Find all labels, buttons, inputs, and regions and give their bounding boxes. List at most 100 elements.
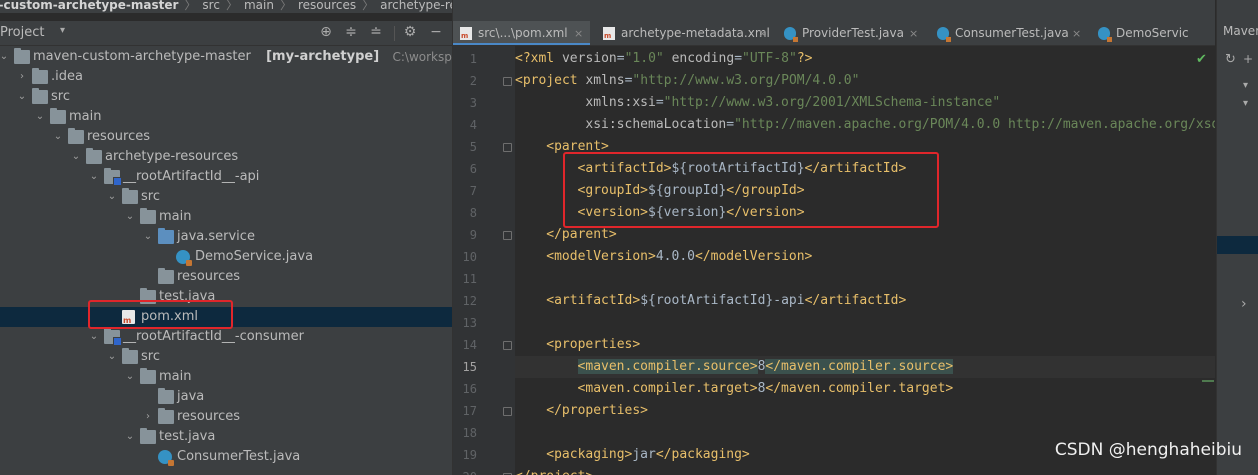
fold-icon[interactable] [503,143,512,152]
code-line: <modelVersion>4.0.0</modelVersion> [546,246,812,268]
tree-item[interactable]: ⌄ main [0,367,452,387]
chevron-down-icon[interactable]: ⌄ [16,87,28,107]
chevron-down-icon[interactable]: ⌄ [52,127,64,147]
minimize-icon[interactable]: − [428,24,444,40]
line-number: 17 [462,404,477,418]
tree-item-label: test.java [159,429,216,444]
tree-item[interactable]: ⌄ main [0,107,452,127]
code-token: "http://maven.apache.org/POM/4.0.0 http:… [734,117,1215,132]
tree-item[interactable]: ⌄ src [0,187,452,207]
expand-all-icon[interactable]: ≑ [343,24,359,40]
chevron-down-icon[interactable]: ⌄ [88,167,100,187]
check-icon: ✔ [1196,52,1207,67]
editor-tab[interactable]: DemoServic [1091,21,1215,45]
line-number-gutter: 1234567891011121314151617181920 [453,46,533,475]
tree-item[interactable]: java [0,387,452,407]
breadcrumb: n-custom-archetype-master 〉 src 〉 main 〉 resou… [0,0,452,13]
editor-tab[interactable]: archetype-metadata.xml× [596,21,774,45]
tree-item[interactable]: ⌄ archetype-resources [0,147,452,167]
code-line: <maven.compiler.source>8</maven.compiler… [577,356,954,378]
chevron-right-icon[interactable]: › [142,407,154,427]
folder-icon [140,208,156,224]
code-editor[interactable]: <?xml version="1.0" encoding="UTF-8"?> <p… [515,46,1215,475]
chevron-down-icon[interactable]: ⌄ [106,187,118,207]
tree-item-label: ConsumerTest.java [177,449,301,464]
line-number: 8 [469,206,477,220]
chevron-down-icon[interactable]: ⌄ [88,327,100,347]
chevron-down-icon[interactable]: ⌄ [34,107,46,127]
close-icon[interactable]: × [758,21,767,45]
fold-icon[interactable] [503,77,512,86]
editor-tab[interactable]: ProviderTest.java × [777,21,925,45]
tree-item[interactable]: › .idea [0,67,452,87]
code-token: = [726,117,735,132]
reload-icon[interactable]: ↻ [1225,52,1236,67]
line-number: 16 [462,382,477,396]
tree-item[interactable]: ConsumerTest.java [0,447,452,467]
chevron-down-icon[interactable]: ⌄ [0,47,10,67]
chevron-down-icon[interactable]: ⌄ [124,207,136,227]
highlight-box [563,152,939,228]
chevron-down-icon[interactable]: ⌄ [124,427,136,447]
resources-folder-icon [68,128,84,144]
chevron-down-icon[interactable]: ⌄ [70,147,82,167]
chevron-down-icon[interactable]: ⌄ [142,227,154,247]
line-number: 13 [462,316,477,330]
tree-item[interactable]: resources [0,267,452,287]
breadcrumb-item[interactable]: resources [298,0,356,11]
close-icon[interactable]: × [574,21,583,45]
tree-item[interactable]: ⌄ test.java [0,427,452,447]
maven-selected-row[interactable] [1217,236,1258,254]
module-folder-icon [104,168,122,186]
code-token: "1.0" [624,51,664,66]
code-token: </modelVersion> [694,249,813,264]
tree-item[interactable]: › resources [0,407,452,427]
tree-item[interactable]: ⌄ resources [0,127,452,147]
editor-tab[interactable]: ConsumerTest.java × [930,21,1088,45]
module-name: [my-archetype] [266,49,380,64]
chevron-down-icon[interactable]: ⌄ [124,367,136,387]
breadcrumb-item[interactable]: src [202,0,220,11]
code-token: </parent> [546,227,617,242]
settings-icon[interactable]: ⚙ [402,24,418,40]
tree-item[interactable]: ⌄ maven-custom-archetype-master [my-archet… [0,47,452,67]
chevron-right-icon[interactable]: › [1241,296,1247,312]
close-icon[interactable]: × [909,21,918,45]
add-icon[interactable]: + [1243,52,1253,66]
fold-icon[interactable] [503,341,512,350]
code-token: "http://www.w3.org/2001/XMLSchema-instan… [663,95,1001,110]
chevron-down-icon[interactable]: ▾ [1243,80,1248,91]
code-token: xmlns:xsi [585,95,656,110]
code-token: = [734,51,743,66]
fold-icon[interactable] [503,407,512,416]
chevron-down-icon[interactable]: ▾ [1243,98,1248,109]
breadcrumb-separator: 〉 [279,0,292,12]
breadcrumb-separator: 〉 [184,0,197,12]
tree-item[interactable]: ⌄ main [0,207,452,227]
collapse-all-icon[interactable]: ≐ [368,24,384,40]
breadcrumb-item[interactable]: main [244,0,274,11]
close-icon[interactable]: × [1072,21,1081,45]
fold-icon[interactable] [503,231,512,240]
project-panel-title[interactable]: Project [0,25,44,40]
tree-item[interactable]: ⌄ java.service [0,227,452,247]
code-token: <properties> [546,337,641,352]
tree-item[interactable]: ⌄ __rootArtifactId__-api [0,167,452,187]
tree-item[interactable]: DemoService.java [0,247,452,267]
folder-icon [140,428,156,444]
tab-label: archetype-metadata.xml [621,26,770,40]
chevron-right-icon[interactable]: › [16,67,28,87]
breadcrumb-item[interactable]: archetype-resources [380,0,452,11]
tree-item[interactable]: ⌄ __rootArtifactId__-consumer [0,327,452,347]
maven-panel-title[interactable]: Maven [1223,24,1258,38]
line-number: 2 [469,74,477,88]
editor-tab[interactable]: src\...\pom.xml × [453,21,590,45]
chevron-down-icon[interactable]: ▾ [60,25,65,36]
tree-item-label: resources [87,129,151,144]
locate-icon[interactable]: ⊕ [318,24,334,40]
editor-top-bar [453,0,1215,21]
tree-item[interactable]: ⌄ src [0,87,452,107]
breadcrumb-item[interactable]: n-custom-archetype-master [0,0,178,11]
tree-item[interactable]: ⌄ src [0,347,452,367]
chevron-down-icon[interactable]: ⌄ [106,347,118,367]
